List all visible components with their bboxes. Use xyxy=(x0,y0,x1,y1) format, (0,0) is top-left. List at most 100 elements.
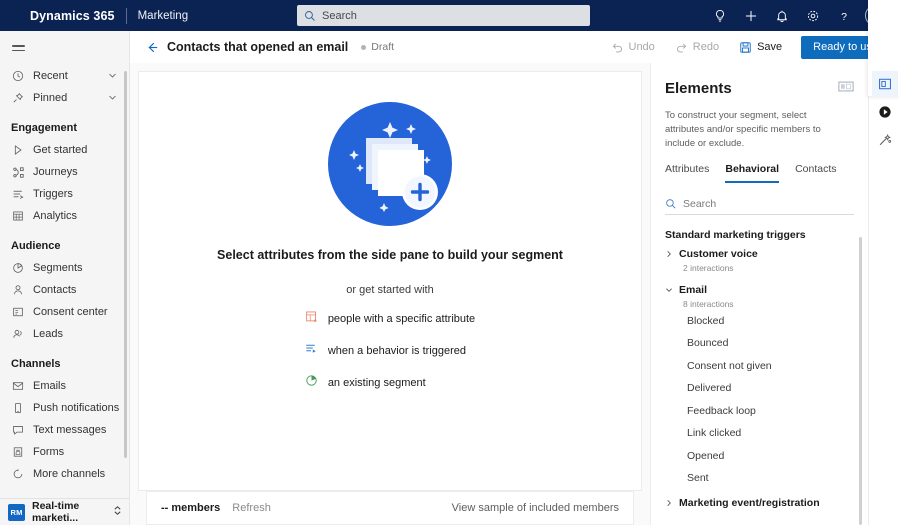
sidebar-item-pinned[interactable]: Pinned xyxy=(0,87,129,109)
consent-icon xyxy=(11,305,25,319)
tree-leaf-sent[interactable]: Sent xyxy=(665,467,854,490)
magic-wand-icon[interactable] xyxy=(872,127,898,153)
tree-leaf-label: Opened xyxy=(687,449,725,462)
tree-scrollbar[interactable] xyxy=(859,237,862,525)
redo-button[interactable]: Redo xyxy=(665,34,729,60)
clock-icon xyxy=(11,69,25,83)
tree-leaf-delivered[interactable]: Delivered xyxy=(665,377,854,400)
sidebar-item-journeys[interactable]: Journeys xyxy=(0,161,129,183)
sidebar-item-segments[interactable]: Segments xyxy=(0,257,129,279)
tree-node-marketing-event-registration[interactable]: Marketing event/registration xyxy=(665,495,854,511)
sidebar-collapse-button[interactable] xyxy=(0,31,129,65)
bell-icon[interactable] xyxy=(766,0,797,31)
option-label: when a behavior is triggered xyxy=(327,345,467,357)
save-button[interactable]: Save xyxy=(729,34,792,60)
sidebar: Recent Pinned Engagement Get started Jou… xyxy=(0,31,130,525)
tree-node-subtitle: 2 interactions xyxy=(683,263,734,274)
chevron-right-icon xyxy=(665,494,673,512)
status-badge: Draft xyxy=(361,41,394,53)
tree-leaf-label: Link clicked xyxy=(687,427,742,440)
sidebar-item-label: Journeys xyxy=(33,166,78,178)
sidebar-item-push-notifications[interactable]: Push notifications xyxy=(0,397,129,419)
tab-behavioral[interactable]: Behavioral xyxy=(725,163,780,184)
sidebar-item-more-channels[interactable]: More channels xyxy=(0,463,129,485)
sidebar-scroll-region: Recent Pinned Engagement Get started Jou… xyxy=(0,65,129,498)
option-behavior-triggered[interactable]: when a behavior is triggered xyxy=(305,342,475,360)
tree-node-email[interactable]: Email xyxy=(665,282,854,298)
run-preview-icon[interactable] xyxy=(872,99,898,125)
tree-leaf-link-clicked[interactable]: Link clicked xyxy=(665,422,854,445)
global-search-placeholder: Search xyxy=(322,9,357,22)
refresh-button[interactable]: Refresh xyxy=(232,502,271,514)
work-area: Select attributes from the side pane to … xyxy=(130,0,900,525)
segment-canvas: Select attributes from the side pane to … xyxy=(138,71,642,491)
tree-node-customer-voice[interactable]: Customer voice xyxy=(665,246,854,262)
tree-node-subtitle: 8 interactions xyxy=(683,299,734,310)
sidebar-item-contacts[interactable]: Contacts xyxy=(0,279,129,301)
chevron-down-icon xyxy=(108,89,117,107)
sidebar-item-label: Get started xyxy=(33,144,88,156)
analytics-icon xyxy=(11,209,25,223)
main-content: Contacts that opened an email Draft Undo xyxy=(130,0,900,525)
page-title: Contacts that opened an email xyxy=(167,40,349,54)
sidebar-item-text-messages[interactable]: Text messages xyxy=(0,419,129,441)
app-body: Recent Pinned Engagement Get started Jou… xyxy=(0,0,900,525)
sidebar-item-label: Push notifications xyxy=(33,402,120,414)
attribute-grid-icon xyxy=(305,310,318,328)
plus-icon[interactable] xyxy=(735,0,766,31)
tab-attributes[interactable]: Attributes xyxy=(665,163,709,183)
sidebar-item-forms[interactable]: Forms xyxy=(0,441,129,463)
sidebar-item-recent[interactable]: Recent xyxy=(0,65,129,87)
elements-panel-header: Elements xyxy=(651,63,868,97)
lightbulb-icon[interactable] xyxy=(704,0,735,31)
sidebar-item-label: Text messages xyxy=(33,424,107,436)
sidebar-item-get-started[interactable]: Get started xyxy=(0,139,129,161)
undo-button[interactable]: Undo xyxy=(601,34,665,60)
sidebar-item-label: Triggers xyxy=(33,188,73,200)
global-search-box[interactable]: Search xyxy=(297,5,590,26)
brand-logo[interactable]: Dynamics 365 xyxy=(30,9,115,23)
elements-panel-toggle-icon[interactable] xyxy=(871,71,900,97)
empty-state-title: Select attributes from the side pane to … xyxy=(217,248,563,262)
tree-leaf-feedback-loop[interactable]: Feedback loop xyxy=(665,399,854,422)
search-icon xyxy=(666,199,676,209)
option-specific-attribute[interactable]: people with a specific attribute xyxy=(305,310,475,328)
sidebar-item-analytics[interactable]: Analytics xyxy=(0,205,129,227)
triggers-icon xyxy=(11,187,25,201)
sidebar-item-leads[interactable]: Leads xyxy=(0,323,129,345)
app-badge: RM xyxy=(8,503,25,521)
app-switcher[interactable]: RM Real-time marketi... xyxy=(0,498,129,525)
segment-status-bar: -- members Refresh View sample of includ… xyxy=(146,491,634,525)
person-icon xyxy=(11,283,25,297)
tab-contacts[interactable]: Contacts xyxy=(795,163,836,183)
option-existing-segment[interactable]: an existing segment xyxy=(305,374,475,392)
elements-panel-description: To construct your segment, select attrib… xyxy=(665,110,821,149)
gear-icon[interactable] xyxy=(797,0,828,31)
command-bar: Contacts that opened an email Draft Undo xyxy=(130,31,900,63)
tree-leaf-blocked[interactable]: Blocked xyxy=(665,309,854,332)
back-arrow-icon[interactable] xyxy=(140,35,164,59)
sidebar-item-label: Analytics xyxy=(33,210,78,222)
segments-icon xyxy=(11,261,25,275)
tree-leaf-opened[interactable]: Opened xyxy=(665,444,854,467)
right-icon-rail xyxy=(868,0,900,525)
help-icon[interactable]: ? xyxy=(828,0,859,31)
sidebar-group-channels: Channels xyxy=(11,358,61,370)
get-started-options: people with a specific attribute when a … xyxy=(305,310,475,392)
status-label: Draft xyxy=(371,41,395,53)
play-outline-icon xyxy=(11,143,25,157)
sidebar-item-consent-center[interactable]: Consent center xyxy=(0,301,129,323)
sidebar-group-engagement: Engagement xyxy=(11,122,78,134)
sidebar-item-emails[interactable]: Emails xyxy=(0,375,129,397)
tree-leaf-label: Sent xyxy=(687,472,709,485)
sidebar-item-label: Emails xyxy=(33,380,67,392)
option-label: people with a specific attribute xyxy=(327,313,476,325)
panel-layout-icon[interactable] xyxy=(838,79,854,97)
sidebar-item-triggers[interactable]: Triggers xyxy=(0,183,129,205)
tree-leaf-bounced[interactable]: Bounced xyxy=(665,332,854,355)
elements-search-input[interactable]: Search xyxy=(665,193,854,216)
app-name-label[interactable]: Marketing xyxy=(138,10,189,22)
tree-leaf-consent-not-given[interactable]: Consent not given xyxy=(665,354,854,377)
view-sample-link[interactable]: View sample of included members xyxy=(452,502,619,514)
